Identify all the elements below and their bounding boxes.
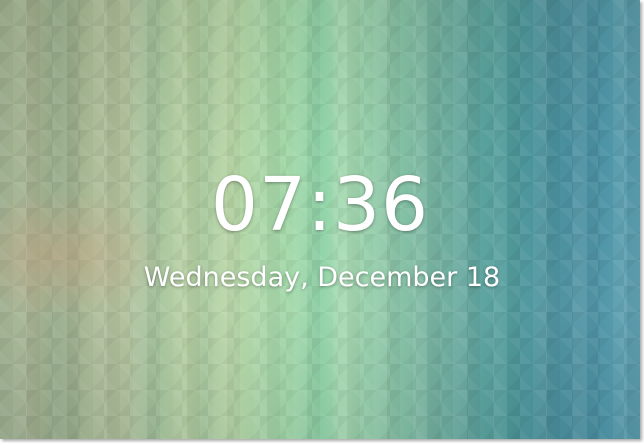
clock-time: 07:36 (210, 162, 430, 248)
clock-date: Wednesday, December 18 (143, 262, 501, 293)
lock-screen[interactable]: 07:36 Wednesday, December 18 (0, 0, 640, 439)
